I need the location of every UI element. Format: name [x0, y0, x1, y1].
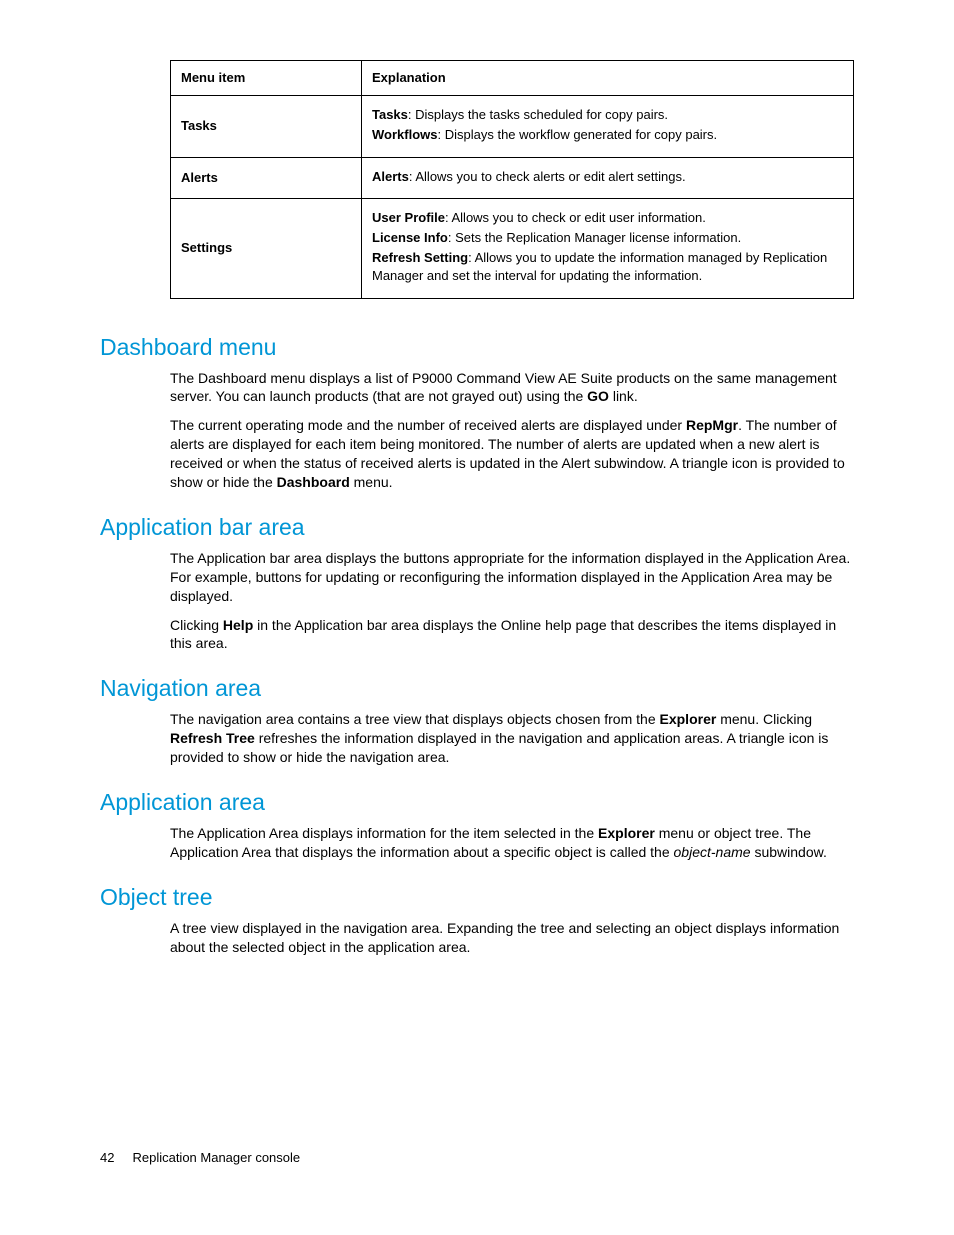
- italic-text: object-name: [674, 844, 751, 860]
- text: refreshes the information displayed in t…: [170, 730, 828, 765]
- heading-object-tree: Object tree: [100, 884, 854, 911]
- page-number: 42: [100, 1150, 114, 1165]
- text: menu. Clicking: [716, 711, 812, 727]
- definition: : Allows you to check alerts or edit ale…: [409, 169, 686, 184]
- menu-table: Menu item Explanation Tasks Tasks: Displ…: [170, 60, 854, 299]
- bold-text: Help: [223, 617, 253, 633]
- text: The Dashboard menu displays a list of P9…: [170, 370, 837, 405]
- menu-cell: Settings: [171, 198, 362, 298]
- bold-text: RepMgr: [686, 417, 738, 433]
- menu-cell: Tasks: [171, 96, 362, 157]
- definition: : Sets the Replication Manager license i…: [448, 230, 741, 245]
- term: License Info: [372, 230, 448, 245]
- explanation-cell: Alerts: Allows you to check alerts or ed…: [362, 157, 854, 198]
- document-page: Menu item Explanation Tasks Tasks: Displ…: [0, 0, 954, 1235]
- paragraph: A tree view displayed in the navigation …: [170, 919, 854, 957]
- text: menu.: [350, 474, 393, 490]
- text: link.: [609, 388, 638, 404]
- term: Alerts: [372, 169, 409, 184]
- text: The current operating mode and the numbe…: [170, 417, 686, 433]
- definition: : Allows you to check or edit user infor…: [445, 210, 706, 225]
- page-footer: 42 Replication Manager console: [100, 1150, 300, 1165]
- paragraph: The Dashboard menu displays a list of P9…: [170, 369, 854, 407]
- term: User Profile: [372, 210, 445, 225]
- menu-cell: Alerts: [171, 157, 362, 198]
- bold-text: Dashboard: [277, 474, 350, 490]
- table-row: Tasks Tasks: Displays the tasks schedule…: [171, 96, 854, 157]
- text: in the Application bar area displays the…: [170, 617, 836, 652]
- term: Workflows: [372, 127, 438, 142]
- footer-title: Replication Manager console: [132, 1150, 300, 1165]
- heading-dashboard-menu: Dashboard menu: [100, 334, 854, 361]
- definition: : Displays the tasks scheduled for copy …: [408, 107, 668, 122]
- text: The Application Area displays informatio…: [170, 825, 598, 841]
- paragraph: The navigation area contains a tree view…: [170, 710, 854, 767]
- table-header-explanation: Explanation: [362, 61, 854, 96]
- paragraph: The Application bar area displays the bu…: [170, 549, 854, 606]
- text: subwindow.: [751, 844, 827, 860]
- bold-text: Refresh Tree: [170, 730, 255, 746]
- bold-text: Explorer: [598, 825, 655, 841]
- text: Clicking: [170, 617, 223, 633]
- table-row: Settings User Profile: Allows you to che…: [171, 198, 854, 298]
- table-row: Alerts Alerts: Allows you to check alert…: [171, 157, 854, 198]
- paragraph: The current operating mode and the numbe…: [170, 416, 854, 492]
- heading-application-area: Application area: [100, 789, 854, 816]
- paragraph: The Application Area displays informatio…: [170, 824, 854, 862]
- term: Refresh Setting: [372, 250, 468, 265]
- text: The navigation area contains a tree view…: [170, 711, 660, 727]
- heading-navigation-area: Navigation area: [100, 675, 854, 702]
- explanation-cell: User Profile: Allows you to check or edi…: [362, 198, 854, 298]
- table-header-menu: Menu item: [171, 61, 362, 96]
- bold-text: GO: [587, 388, 609, 404]
- heading-application-bar-area: Application bar area: [100, 514, 854, 541]
- bold-text: Explorer: [660, 711, 717, 727]
- definition: : Displays the workflow generated for co…: [438, 127, 718, 142]
- paragraph: Clicking Help in the Application bar are…: [170, 616, 854, 654]
- explanation-cell: Tasks: Displays the tasks scheduled for …: [362, 96, 854, 157]
- term: Tasks: [372, 107, 408, 122]
